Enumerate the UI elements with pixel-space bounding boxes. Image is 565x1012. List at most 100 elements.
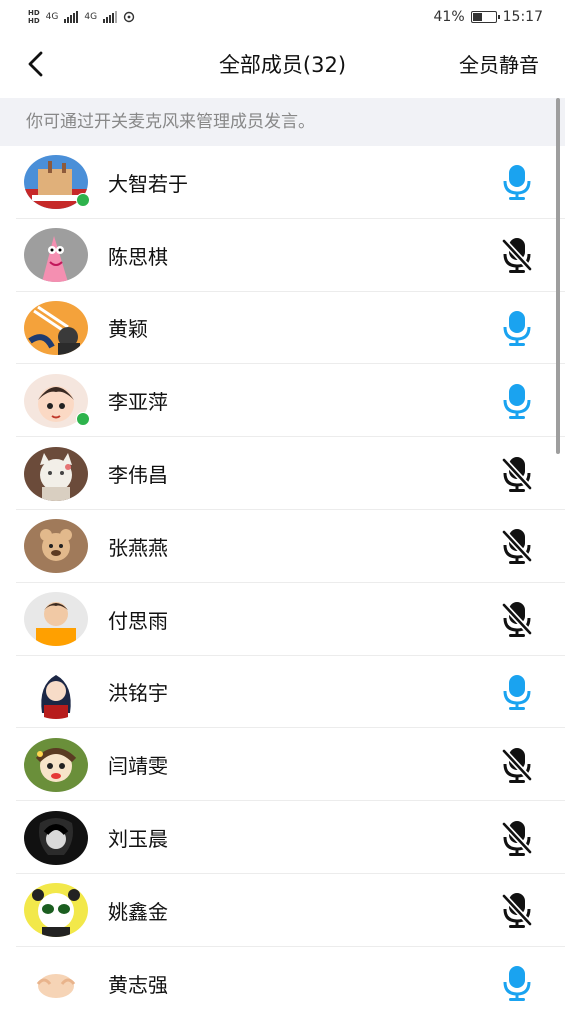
mic-off-button[interactable]	[501, 600, 533, 638]
member-name: 付思雨	[108, 608, 168, 633]
clock: 15:17	[502, 9, 543, 25]
speaking-indicator-icon	[76, 411, 90, 426]
avatar[interactable]	[24, 300, 88, 355]
member-row[interactable]: 闫靖雯	[0, 728, 565, 801]
mic-on-icon	[503, 310, 531, 346]
mic-off-icon	[501, 820, 533, 856]
mic-on-button[interactable]	[501, 163, 533, 201]
member-row[interactable]: 黄颖	[0, 292, 565, 365]
mic-off-icon	[501, 602, 533, 638]
mic-off-icon	[501, 456, 533, 492]
avatar[interactable]	[24, 883, 88, 938]
avatar-wrap	[24, 300, 88, 355]
avatar-image	[24, 592, 88, 647]
mic-off-icon	[501, 238, 533, 274]
avatar-image	[24, 300, 88, 355]
avatar-wrap	[24, 883, 88, 938]
member-row[interactable]: 陈思棋	[0, 219, 565, 292]
location-icon	[123, 11, 135, 23]
hint-banner: 你可通过开关麦克风来管理成员发言。	[0, 98, 565, 146]
avatar-wrap	[24, 519, 88, 574]
member-name: 李亚萍	[108, 390, 168, 415]
avatar-image	[24, 446, 88, 501]
member-name: 黄颖	[108, 317, 148, 342]
member-name: 大智若于	[108, 171, 188, 196]
member-row[interactable]: 姚鑫金	[0, 874, 565, 947]
mic-off-button[interactable]	[501, 455, 533, 493]
member-name: 黄志强	[108, 972, 168, 997]
mic-off-icon	[501, 893, 533, 929]
avatar-wrap	[24, 956, 88, 1011]
avatar[interactable]	[24, 664, 88, 719]
avatar[interactable]	[24, 446, 88, 501]
avatar[interactable]	[24, 810, 88, 865]
avatar-wrap	[24, 592, 88, 647]
avatar-image	[24, 883, 88, 938]
mic-off-icon	[501, 529, 533, 565]
member-row[interactable]: 刘玉晨	[0, 801, 565, 874]
battery-icon	[470, 11, 500, 23]
avatar[interactable]	[24, 956, 88, 1011]
mic-on-button[interactable]	[501, 309, 533, 347]
member-list: 大智若于陈思棋黄颖李亚萍李伟昌张燕燕付思雨洪铭宇闫靖雯刘玉晨姚鑫金黄志强	[0, 146, 565, 1012]
signal-icon-2	[103, 11, 118, 23]
avatar-wrap	[24, 446, 88, 501]
member-name: 姚鑫金	[108, 899, 168, 924]
member-row[interactable]: 大智若于	[0, 146, 565, 219]
avatar-wrap	[24, 155, 90, 210]
member-name: 张燕燕	[108, 535, 168, 560]
status-bar: HD HD 4G 4G 41% 15:17	[0, 0, 565, 34]
avatar[interactable]	[24, 519, 88, 574]
hd-icon: HD HD	[28, 9, 40, 25]
avatar[interactable]	[24, 737, 88, 792]
avatar-image	[24, 664, 88, 719]
scrollbar[interactable]	[556, 98, 560, 454]
member-name: 李伟昌	[108, 463, 168, 488]
mic-on-icon	[503, 966, 531, 1002]
mic-on-button[interactable]	[501, 964, 533, 1002]
avatar-wrap	[24, 664, 88, 719]
member-name: 陈思棋	[108, 244, 168, 269]
avatar[interactable]	[24, 592, 88, 647]
network-type-2: 4G	[84, 12, 98, 22]
member-name: 洪铭宇	[108, 681, 168, 706]
member-row[interactable]: 张燕燕	[0, 510, 565, 583]
mic-off-button[interactable]	[501, 236, 533, 274]
battery-fill	[472, 13, 483, 21]
mute-all-button[interactable]: 全员静音	[459, 34, 539, 96]
member-row[interactable]: 洪铭宇	[0, 656, 565, 729]
status-right: 41% 15:17	[434, 9, 543, 25]
member-row[interactable]: 李亚萍	[0, 364, 565, 437]
member-row[interactable]: 李伟昌	[0, 437, 565, 510]
mic-off-button[interactable]	[501, 527, 533, 565]
avatar-image	[24, 519, 88, 574]
mic-on-button[interactable]	[501, 382, 533, 420]
status-left: HD HD 4G 4G	[28, 9, 135, 25]
signal-icon	[64, 11, 79, 23]
mic-off-button[interactable]	[501, 746, 533, 784]
avatar-image	[24, 737, 88, 792]
avatar-wrap	[24, 737, 88, 792]
avatar-wrap	[24, 373, 90, 428]
member-name: 闫靖雯	[108, 754, 168, 779]
member-name: 刘玉晨	[108, 827, 168, 852]
mic-on-icon	[503, 383, 531, 419]
mic-on-icon	[503, 674, 531, 710]
avatar-image	[24, 956, 88, 1011]
avatar-image	[24, 810, 88, 865]
avatar[interactable]	[24, 228, 88, 283]
mic-on-button[interactable]	[501, 673, 533, 711]
network-type-1: 4G	[45, 12, 59, 22]
mic-on-icon	[503, 165, 531, 201]
mic-off-button[interactable]	[501, 819, 533, 857]
mic-off-icon	[501, 747, 533, 783]
speaking-indicator-icon	[76, 193, 90, 208]
avatar-wrap	[24, 228, 88, 283]
avatar-image	[24, 228, 88, 283]
battery-percent: 41%	[433, 9, 465, 25]
member-row[interactable]: 付思雨	[0, 583, 565, 656]
avatar-wrap	[24, 810, 88, 865]
nav-bar: 全部成员(32) 全员静音	[0, 34, 565, 96]
member-row[interactable]: 黄志强	[0, 947, 565, 1012]
mic-off-button[interactable]	[501, 891, 533, 929]
